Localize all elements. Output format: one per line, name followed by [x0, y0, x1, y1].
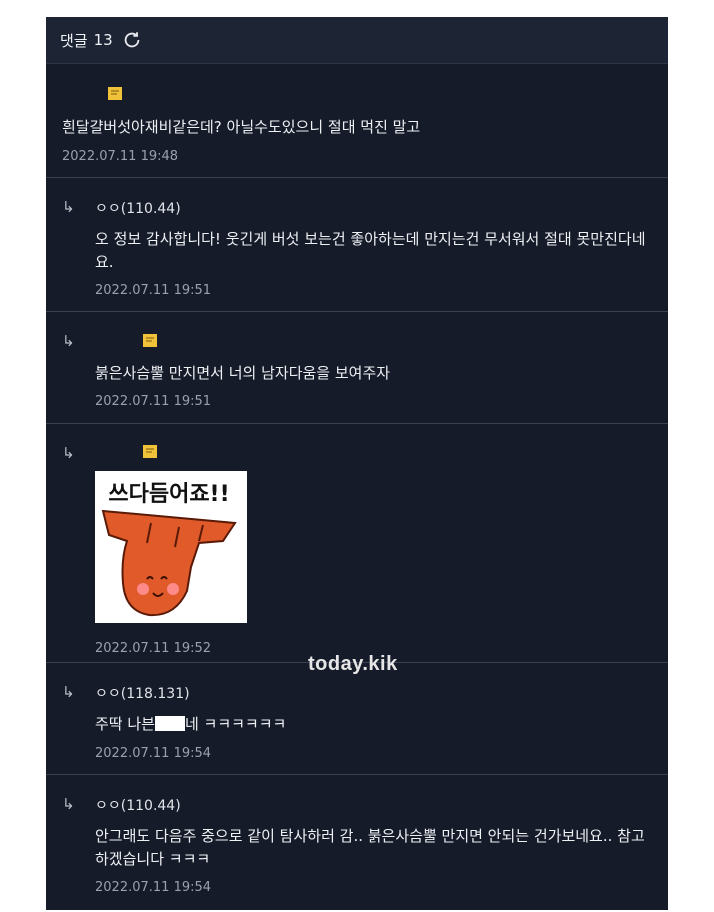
- reply-arrow-icon: ↳: [62, 332, 75, 350]
- note-icon: [143, 334, 157, 347]
- comment-date: 2022.07.11 19:51: [95, 283, 212, 298]
- reply-item: ↳ ㅇㅇ(110.44) 오 정보 감사합니다! 웃긴게 버섯 보는건 좋아하는…: [46, 178, 668, 312]
- comment-date: 2022.07.11 19:52: [95, 641, 212, 656]
- reply-item: ↳ ㅇㅇ(110.44) 안그래도 다음주 중으로 같이 탐사하러 감.. 붉은…: [46, 775, 668, 910]
- reply-item: ↳ ㅇㅇ(118.131) 주딱 나븐 네 ㅋㅋㅋㅋㅋㅋ 2022.07.11 1…: [46, 663, 668, 775]
- reply-arrow-icon: ↳: [62, 795, 75, 813]
- comment-date: 2022.07.11 19:54: [95, 880, 212, 895]
- comment-text-after: 네 ㅋㅋㅋㅋㅋㅋ: [184, 715, 287, 733]
- comments-count: 13: [93, 31, 113, 49]
- comment-date: 2022.07.11 19:54: [95, 746, 212, 761]
- comment-author[interactable]: ㅇㅇ(110.44): [95, 795, 181, 815]
- comment-item: 흰달걀버섯아재비같은데? 아닐수도있으니 절대 먹진 말고 2022.07.11…: [46, 65, 668, 178]
- mushroom-sticker-image[interactable]: 쓰다듬어죠!!: [95, 471, 247, 623]
- refresh-icon[interactable]: [121, 29, 143, 51]
- comment-text: 주딱 나븐 네 ㅋㅋㅋㅋㅋㅋ: [95, 713, 286, 736]
- comment-date: 2022.07.11 19:51: [95, 394, 212, 409]
- note-icon: [143, 445, 157, 458]
- comment-text: 안그래도 다음주 중으로 같이 탐사하러 감.. 붉은사슴뿔 만지면 안되는 건…: [95, 827, 645, 868]
- comment-text: 붉은사슴뿔 만지면서 너의 남자다움을 보여주자: [95, 364, 391, 382]
- comment-text-before: 주딱 나븐: [95, 715, 155, 733]
- redaction-mask: [154, 716, 185, 731]
- mushroom-sticker-art: 쓰다듬어죠!!: [95, 471, 247, 623]
- reply-item: ↳ 붉은사슴뿔 만지면서 너의 남자다움을 보여주자 2022.07.11 19…: [46, 312, 668, 424]
- comment-text: 흰달걀버섯아재비같은데? 아닐수도있으니 절대 먹진 말고: [62, 118, 421, 136]
- comment-panel: 댓글 13 흰달걀버섯아재비같은데? 아닐수도있으니 절대 먹진 말고 2022…: [46, 17, 668, 910]
- reply-arrow-icon: ↳: [62, 444, 75, 462]
- sticker-caption: 쓰다듬어죠!!: [108, 482, 229, 507]
- comment-date: 2022.07.11 19:48: [62, 149, 179, 164]
- watermark: today.kik: [308, 653, 398, 675]
- reply-arrow-icon: ↳: [62, 683, 75, 701]
- reply-item: ↳ 쓰다듬어죠!! 2022.07.11 19:52: [46, 424, 668, 663]
- reply-arrow-icon: ↳: [62, 198, 75, 216]
- note-icon: [108, 87, 122, 100]
- comment-author[interactable]: ㅇㅇ(110.44): [95, 198, 181, 218]
- comment-text: 오 정보 감사합니다! 웃긴게 버섯 보는건 좋아하는데 만지는건 무서워서 절…: [95, 230, 646, 271]
- comment-author[interactable]: ㅇㅇ(118.131): [95, 683, 190, 703]
- comments-title: 댓글: [60, 31, 88, 50]
- comments-header: 댓글 13: [46, 17, 668, 64]
